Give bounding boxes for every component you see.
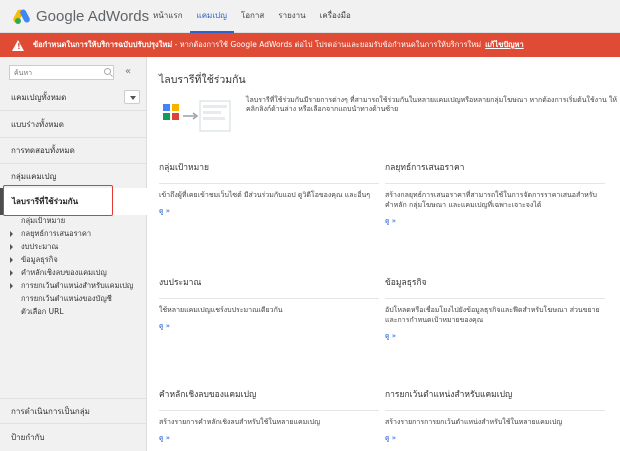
sidebar-bulk-operations[interactable]: การดำเนินการเป็นกลุ่ม — [0, 398, 147, 424]
expand-icon — [10, 231, 13, 237]
page-title: ไลบรารีที่ใช้ร่วมกัน — [159, 74, 246, 86]
view-link[interactable]: ดู » — [385, 331, 605, 342]
card-desc: ใช้หลายแคมเปญแชร์งบประมาณเดียวกัน — [159, 306, 283, 314]
card-desc: สร้างรายการการยกเว้นตำแหน่งสำหรับใช้ในหล… — [385, 418, 563, 426]
adwords-logo-icon — [12, 8, 32, 24]
card-title: ข้อมูลธุรกิจ — [385, 275, 605, 299]
google-adwords-logo[interactable]: Google AdWords — [12, 6, 150, 26]
view-link[interactable]: ดู » — [385, 433, 605, 444]
intro-text: ไลบรารีที่ใช้ร่วมกันมีรายการต่างๆ ที่สาม… — [246, 96, 618, 113]
expand-icon — [10, 270, 13, 276]
card-budgets: งบประมาณ ใช้หลายแคมเปญแชร์งบประมาณเดียวก… — [159, 275, 379, 332]
card-audiences: กลุ่มเป้าหมาย เข้าถึงผู้ที่เคยเข้าชมเว็บ… — [159, 160, 379, 217]
sidebar-all-experiments[interactable]: การทดสอบทั้งหมด — [0, 138, 147, 164]
main-content: ไลบรารีที่ใช้ร่วมกัน ไลบรารีที่ใช้ร่วมกั… — [148, 57, 620, 451]
card-bid-strategies: กลยุทธ์การเสนอราคา สร้างกลยุทธ์การเสนอรา… — [385, 160, 605, 227]
sidebar-sub-account-placement-exclusions[interactable]: การยกเว้นตำแหน่งของบัญชี — [0, 292, 147, 305]
card-business-data: ข้อมูลธุรกิจ อัปโหลดหรือเชื่อมโยงไปยังข้… — [385, 275, 605, 342]
sidebar-sub-audiences[interactable]: กลุ่มเป้าหมาย — [0, 214, 147, 227]
sidebar-sub-negative-keywords[interactable]: คำหลักเชิงลบของแคมเปญ — [0, 266, 147, 279]
sidebar-sub-business-data[interactable]: ข้อมูลธุรกิจ — [0, 253, 147, 266]
alert-banner: ! ข้อกำหนดในการให้บริการฉบับปรับปรุงใหม่… — [0, 33, 620, 57]
nav-reports[interactable]: รายงาน — [271, 0, 312, 33]
view-link[interactable]: ดู » — [159, 321, 379, 332]
card-campaign-placement-exclusions: การยกเว้นตำแหน่งสำหรับแคมเปญ สร้างรายการ… — [385, 387, 605, 444]
card-negative-keywords: คำหลักเชิงลบของแคมเปญ สร้างรายการคำหลักเ… — [159, 387, 379, 444]
card-desc: สร้างรายการคำหลักเชิงลบสำหรับใช้ในหลายแค… — [159, 418, 321, 426]
view-link[interactable]: ดู » — [159, 433, 379, 444]
alert-message: ข้อกำหนดในการให้บริการฉบับปรับปรุงใหม่ -… — [33, 40, 482, 49]
highlight-box — [3, 185, 113, 216]
nav-home[interactable]: หน้าแรก — [146, 0, 190, 33]
sidebar: « แคมเปญทั้งหมด แบบร่างทั้งหมด การทดสอบท… — [0, 57, 147, 451]
warning-icon: ! — [12, 39, 24, 51]
search-input[interactable] — [9, 65, 114, 80]
nav-campaigns[interactable]: แคมเปญ — [189, 0, 234, 33]
sidebar-all-campaigns[interactable]: แคมเปญทั้งหมด — [0, 85, 147, 111]
logo-text: Google AdWords — [36, 7, 150, 25]
card-desc: สร้างกลยุทธ์การเสนอราคาที่สามารถใช้ในการ… — [385, 191, 597, 209]
sidebar-sub-budgets[interactable]: งบประมาณ — [0, 240, 147, 253]
sidebar-sub-campaign-placement-exclusions[interactable]: การยกเว้นตำแหน่งสำหรับแคมเปญ — [0, 279, 147, 292]
expand-icon — [10, 283, 13, 289]
sidebar-all-drafts[interactable]: แบบร่างทั้งหมด — [0, 112, 147, 138]
card-title: คำหลักเชิงลบของแคมเปญ — [159, 387, 379, 411]
card-title: กลยุทธ์การเสนอราคา — [385, 160, 605, 184]
card-title: งบประมาณ — [159, 275, 379, 299]
nav-tools[interactable]: เครื่องมือ — [313, 0, 358, 33]
main-nav: หน้าแรก แคมเปญ โอกาส รายงาน เครื่องมือ — [146, 0, 358, 33]
collapse-sidebar-button[interactable]: « — [121, 65, 135, 80]
card-desc: อัปโหลดหรือเชื่อมโยงไปยังข้อมูลธุรกิจและ… — [385, 306, 600, 324]
card-title: กลุ่มเป้าหมาย — [159, 160, 379, 184]
shared-library-illustration — [163, 100, 231, 132]
top-bar: Google AdWords หน้าแรก แคมเปญ โอกาส รายง… — [0, 0, 620, 33]
alert-fix-link[interactable]: แก้ไขปัญหา — [485, 39, 524, 51]
view-link[interactable]: ดู » — [385, 216, 605, 227]
sidebar-sub-url-options[interactable]: ตัวเลือก URL — [0, 305, 147, 318]
expand-icon — [10, 244, 13, 250]
expand-icon — [10, 257, 13, 263]
chevron-down-icon[interactable] — [124, 90, 140, 104]
nav-opportunities[interactable]: โอกาส — [234, 0, 271, 33]
view-link[interactable]: ดู » — [159, 206, 379, 217]
sidebar-sub-bid-strategies[interactable]: กลยุทธ์การเสนอราคา — [0, 227, 147, 240]
card-title: การยกเว้นตำแหน่งสำหรับแคมเปญ — [385, 387, 605, 411]
sidebar-labels[interactable]: ป้ายกำกับ — [0, 425, 147, 451]
search-icon[interactable] — [104, 68, 111, 75]
card-desc: เข้าถึงผู้ที่เคยเข้าชมเว็บไซต์ มีส่วนร่ว… — [159, 191, 371, 199]
